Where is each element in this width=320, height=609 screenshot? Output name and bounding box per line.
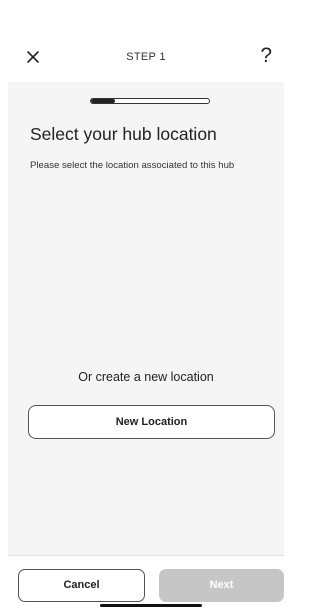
cancel-button[interactable]: Cancel bbox=[18, 569, 145, 602]
step-progress-bar bbox=[90, 98, 210, 104]
header-bar: STEP 1 ? bbox=[8, 34, 284, 82]
help-button[interactable]: ? bbox=[260, 42, 272, 70]
step-title: STEP 1 bbox=[126, 51, 166, 63]
page-title: Select your hub location bbox=[30, 124, 217, 144]
page-subtitle: Please select the location associated to… bbox=[30, 160, 235, 171]
or-create-text: Or create a new location bbox=[78, 370, 214, 384]
new-location-button[interactable]: New Location bbox=[28, 405, 275, 439]
progress-fill bbox=[91, 99, 115, 103]
app-screen: STEP 1 ? Select your hub location Please… bbox=[8, 0, 284, 609]
next-button[interactable]: Next bbox=[159, 569, 284, 602]
footer-bar: Cancel Next bbox=[8, 555, 284, 609]
status-area bbox=[8, 0, 284, 34]
home-indicator bbox=[100, 604, 202, 607]
